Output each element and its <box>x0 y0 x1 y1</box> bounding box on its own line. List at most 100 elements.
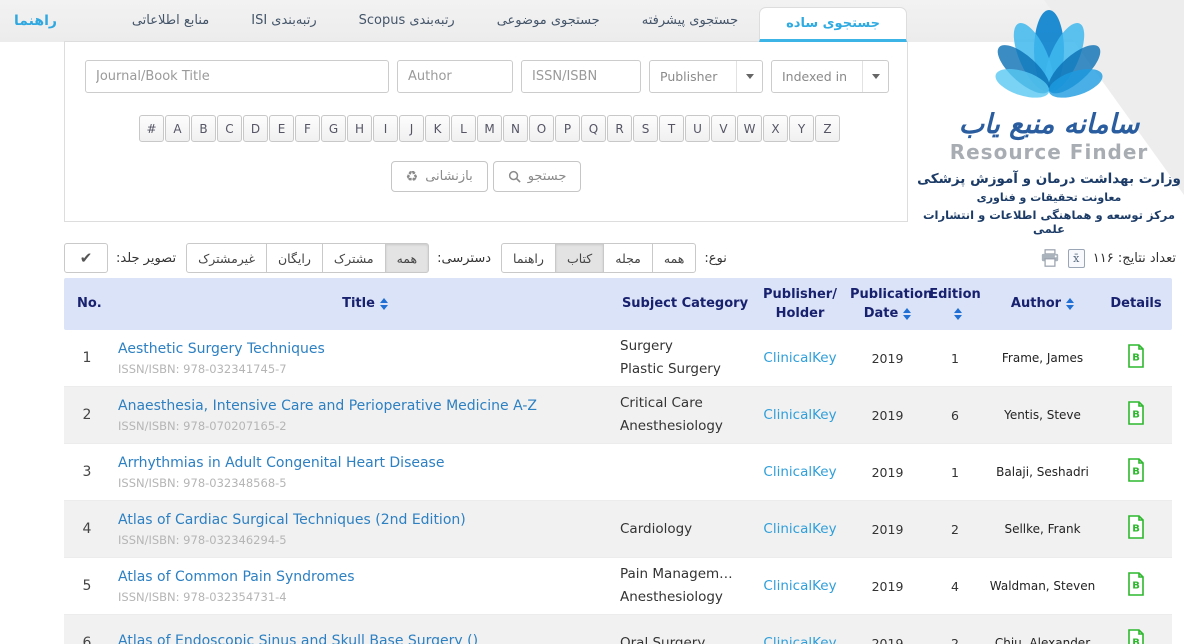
type-guide-button[interactable]: راهنما <box>501 243 556 273</box>
alpha-btn-t[interactable]: T <box>659 115 684 142</box>
author-value: Yentis, Steve <box>985 408 1100 422</box>
cover-toggle-button[interactable]: ✔ <box>64 243 108 273</box>
alpha-btn-n[interactable]: N <box>503 115 528 142</box>
book-title-link[interactable]: Atlas of Cardiac Surgical Techniques (2n… <box>118 512 466 528</box>
subject-category: Critical CareAnesthesiology <box>620 392 750 438</box>
sort-icon[interactable] <box>954 308 962 320</box>
alpha-btn-m[interactable]: M <box>477 115 502 142</box>
indexed-in-select-label: Indexed in <box>772 69 862 84</box>
publisher-link[interactable]: ClinicalKey <box>763 350 836 366</box>
book-file-icon[interactable]: B <box>1126 458 1146 486</box>
header-edition[interactable]: Edition <box>925 285 985 324</box>
results-count-group: تعداد نتایج: ۱۱۶ x̄ <box>1040 249 1176 268</box>
sort-icon[interactable] <box>1066 298 1074 310</box>
row-number: 5 <box>64 578 110 594</box>
recycle-icon: ♻ <box>406 170 419 184</box>
isbn-text: ISSN/ISBN: 978-032341745-7 <box>118 362 612 376</box>
sort-icon[interactable] <box>380 298 388 310</box>
book-file-icon[interactable]: B <box>1126 344 1146 372</box>
book-title-link[interactable]: Aesthetic Surgery Techniques <box>118 341 325 357</box>
access-subscribed-button[interactable]: مشترک <box>322 243 386 273</box>
alpha-btn-g[interactable]: G <box>321 115 346 142</box>
alpha-btn-h[interactable]: H <box>347 115 372 142</box>
publisher-link[interactable]: ClinicalKey <box>763 521 836 537</box>
tab-isi-ranking[interactable]: رتبه‌بندی ISI <box>230 0 337 42</box>
author-input[interactable] <box>397 60 513 93</box>
book-title-link[interactable]: Arrhythmias in Adult Congenital Heart Di… <box>118 455 444 471</box>
tab-scopus-ranking[interactable]: رتبه‌بندی Scopus <box>338 0 476 42</box>
alpha-btn-o[interactable]: O <box>529 115 554 142</box>
reset-button[interactable]: بازنشانی ♻ <box>391 161 488 192</box>
sort-icon[interactable] <box>903 308 911 320</box>
tab-simple-search[interactable]: جستجوی ساده <box>759 7 907 42</box>
book-file-icon[interactable]: B <box>1126 515 1146 543</box>
alpha-btn-s[interactable]: S <box>633 115 658 142</box>
book-title-link[interactable]: Atlas of Endoscopic Sinus and Skull Base… <box>118 633 478 644</box>
alpha-btn-u[interactable]: U <box>685 115 710 142</box>
type-journal-button[interactable]: مجله <box>603 243 653 273</box>
cover-label: تصویر جلد: <box>116 251 176 266</box>
publisher-link[interactable]: ClinicalKey <box>763 407 836 423</box>
help-link[interactable]: راهنما <box>14 0 57 42</box>
edition-value: 1 <box>925 465 985 480</box>
header-subject: Subject Category <box>620 294 750 314</box>
alpha-btn-w[interactable]: W <box>737 115 762 142</box>
alpha-btn-i[interactable]: I <box>373 115 398 142</box>
publisher-select[interactable]: Publisher <box>649 60 763 93</box>
alpha-btn-a[interactable]: A <box>165 115 190 142</box>
book-file-icon[interactable]: B <box>1126 629 1146 644</box>
alpha-btn-q[interactable]: Q <box>581 115 606 142</box>
alpha-btn-y[interactable]: Y <box>789 115 814 142</box>
excel-export-icon[interactable]: x̄ <box>1068 249 1085 268</box>
alpha-btn-j[interactable]: J <box>399 115 424 142</box>
publisher-link[interactable]: ClinicalKey <box>763 464 836 480</box>
header-pubdate[interactable]: PublicationDate <box>850 285 925 324</box>
issn-isbn-input[interactable] <box>521 60 641 93</box>
type-filter-group: نوع: همه مجله کتاب راهنما <box>501 243 727 273</box>
alpha-btn-x[interactable]: X <box>763 115 788 142</box>
svg-text:B: B <box>1132 581 1140 592</box>
header-author[interactable]: Author <box>985 294 1100 314</box>
svg-text:B: B <box>1132 410 1140 421</box>
edition-value: 1 <box>925 351 985 366</box>
alpha-btn-r[interactable]: R <box>607 115 632 142</box>
search-button[interactable]: جستجو <box>493 161 582 192</box>
alpha-btn-c[interactable]: C <box>217 115 242 142</box>
access-all-button[interactable]: همه <box>385 243 430 273</box>
book-title-link[interactable]: Anaesthesia, Intensive Care and Perioper… <box>118 398 537 414</box>
isbn-text: ISSN/ISBN: 978-032346294-5 <box>118 533 612 547</box>
alpha-btn-z[interactable]: Z <box>815 115 840 142</box>
publisher-link[interactable]: ClinicalKey <box>763 635 836 644</box>
alpha-btn-p[interactable]: P <box>555 115 580 142</box>
tab-advanced-search[interactable]: جستجوی پیشرفته <box>621 0 759 42</box>
alpha-btn-f[interactable]: F <box>295 115 320 142</box>
access-filter-group: دسترسی: همه مشترک رایگان غیرمشترک <box>186 243 491 273</box>
book-file-icon[interactable]: B <box>1126 572 1146 600</box>
alpha-btn-d[interactable]: D <box>243 115 268 142</box>
svg-text:B: B <box>1132 353 1140 364</box>
alpha-btn-b[interactable]: B <box>191 115 216 142</box>
book-title-link[interactable]: Atlas of Common Pain Syndromes <box>118 569 355 585</box>
printer-icon[interactable] <box>1040 249 1060 267</box>
isbn-text: ISSN/ISBN: 978-070207165-2 <box>118 419 612 433</box>
book-file-icon[interactable]: B <box>1126 401 1146 429</box>
publication-date: 2019 <box>850 579 925 594</box>
access-free-button[interactable]: رایگان <box>266 243 323 273</box>
publisher-link[interactable]: ClinicalKey <box>763 578 836 594</box>
alpha-btn-e[interactable]: E <box>269 115 294 142</box>
indexed-in-select[interactable]: Indexed in <box>771 60 889 93</box>
tab-information-resources[interactable]: منابع اطلاعاتی <box>111 0 230 42</box>
journal-book-title-input[interactable] <box>85 60 389 93</box>
alpha-btn-k[interactable]: K <box>425 115 450 142</box>
table-row: 5 Atlas of Common Pain SyndromesISSN/ISB… <box>64 558 1172 615</box>
tab-subject-search[interactable]: جستجوی موضوعی <box>476 0 621 42</box>
type-all-button[interactable]: همه <box>652 243 697 273</box>
alpha-btn-hash[interactable]: # <box>139 115 164 142</box>
alpha-btn-v[interactable]: V <box>711 115 736 142</box>
type-book-button[interactable]: کتاب <box>555 243 604 273</box>
alpha-btn-l[interactable]: L <box>451 115 476 142</box>
access-unsubscribed-button[interactable]: غیرمشترک <box>186 243 267 273</box>
lotus-logo-icon <box>969 4 1129 116</box>
header-title[interactable]: Title <box>110 294 620 314</box>
header-no: No. <box>64 294 110 314</box>
